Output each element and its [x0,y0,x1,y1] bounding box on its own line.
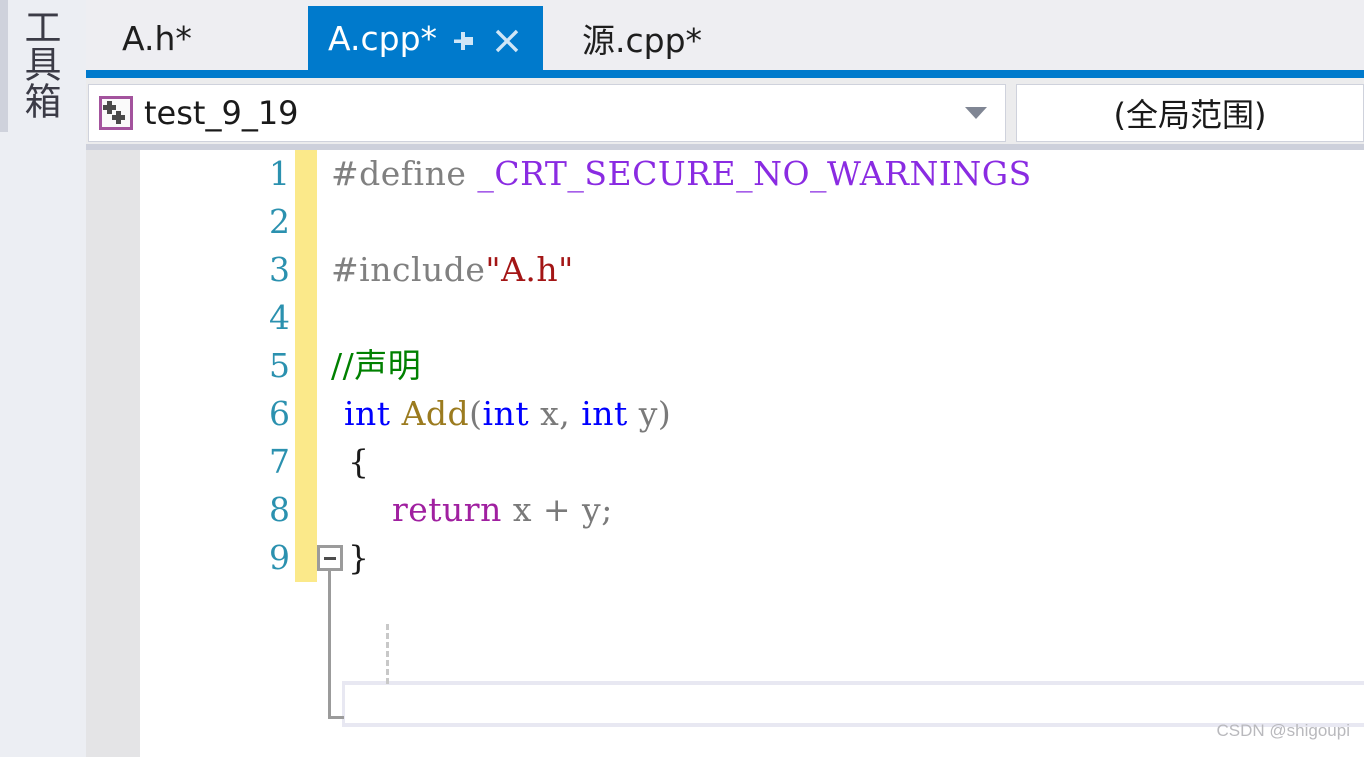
code-line-row: 8 return x + y; [86,486,1364,534]
tab-yuan-cpp[interactable]: 源.cpp* [564,6,720,76]
member-scope-dropdown[interactable]: (全局范围) [1016,84,1364,142]
token-preprocessor: #define [331,154,478,193]
outlining-vertical-line [328,571,331,719]
line-number: 3 [269,250,290,289]
tab-a-h[interactable]: A.h* [100,6,214,76]
code-line-text: return x + y; [348,486,613,534]
token-string: "A.h" [485,250,574,289]
code-line-row: 3 #include"A.h" [86,246,1364,294]
chevron-down-icon[interactable] [965,107,987,119]
line-number: 1 [269,154,290,193]
token-preprocessor: #include [331,250,486,289]
line-number: 4 [269,298,290,337]
code-line-row: 5 //声明 [86,342,1364,390]
code-line-row: 4 [86,294,1364,342]
cpp-file-icon [99,96,133,130]
token-macro: _CRT_SECURE_NO_WARNINGS [477,154,1032,193]
code-line-row: 9 } [86,534,1364,582]
editor-navigation-bar: test_9_19 (全局范围) [88,84,1364,142]
tab-active-underline [86,70,1364,78]
code-line-text: int Add(int x, int y) [344,390,671,438]
code-line-text: //声明 [331,342,421,390]
token-expression: x + y; [501,490,613,529]
code-line-row: 6 int Add(int x, int y) [86,390,1364,438]
toolbox-panel-strip[interactable]: 工具箱 [0,0,86,757]
member-scope-value: (全局范围) [1113,96,1267,134]
editor-tab-bar: A.h* A.cpp* 源.cpp* [86,0,1364,76]
outlining-foot-line [328,716,344,719]
code-line-text: #define _CRT_SECURE_NO_WARNINGS [331,150,1032,198]
code-line-row: 1 #define _CRT_SECURE_NO_WARNINGS [86,150,1364,198]
project-scope-value: test_9_19 [144,94,299,132]
token-function: Add [401,394,470,433]
tab-a-cpp-active[interactable]: A.cpp* [308,6,544,76]
line-number: 7 [269,442,290,481]
toolbox-edge-marker [0,0,8,132]
line-number: 8 [269,490,290,529]
line-number: 9 [269,538,290,577]
token-comment: //声明 [331,346,422,385]
indent-guide-line [386,624,389,684]
line-number: 6 [269,394,290,433]
tab-label: A.cpp* [328,18,438,58]
code-editor-surface[interactable]: 1 #define _CRT_SECURE_NO_WARNINGS 2 3 #i… [86,144,1364,757]
code-line-text: } [348,534,370,582]
code-line-row: 7 { [86,438,1364,486]
token-control-keyword: return [391,490,502,529]
token-brace: } [348,538,370,577]
token-keyword: int [581,394,628,433]
line-number: 2 [269,202,290,241]
tab-label: 源.cpp* [582,21,703,60]
tab-label: A.h* [122,18,192,58]
close-icon[interactable] [489,21,525,61]
current-line-highlight [342,681,1364,727]
code-line-row: 2 [86,198,1364,246]
toolbox-vertical-label: 工具箱 [18,8,61,119]
line-number: 5 [269,346,290,385]
token-identifier: x, [529,394,582,433]
pin-icon[interactable] [445,21,481,61]
watermark-text: CSDN @shigoupi [1216,721,1350,740]
token-brace: { [348,442,370,481]
code-line-text: { [348,438,370,486]
visual-studio-editor-window: 工具箱 A.h* A.cpp* 源.cpp* test_9_19 (全局范围) … [0,0,1364,757]
token-keyword: int [344,394,391,433]
project-scope-dropdown[interactable]: test_9_19 [88,84,1006,142]
token-punct: ( [469,394,483,433]
token-identifier: y) [627,394,672,433]
code-line-text: #include"A.h" [331,246,574,294]
token-keyword: int [482,394,530,433]
